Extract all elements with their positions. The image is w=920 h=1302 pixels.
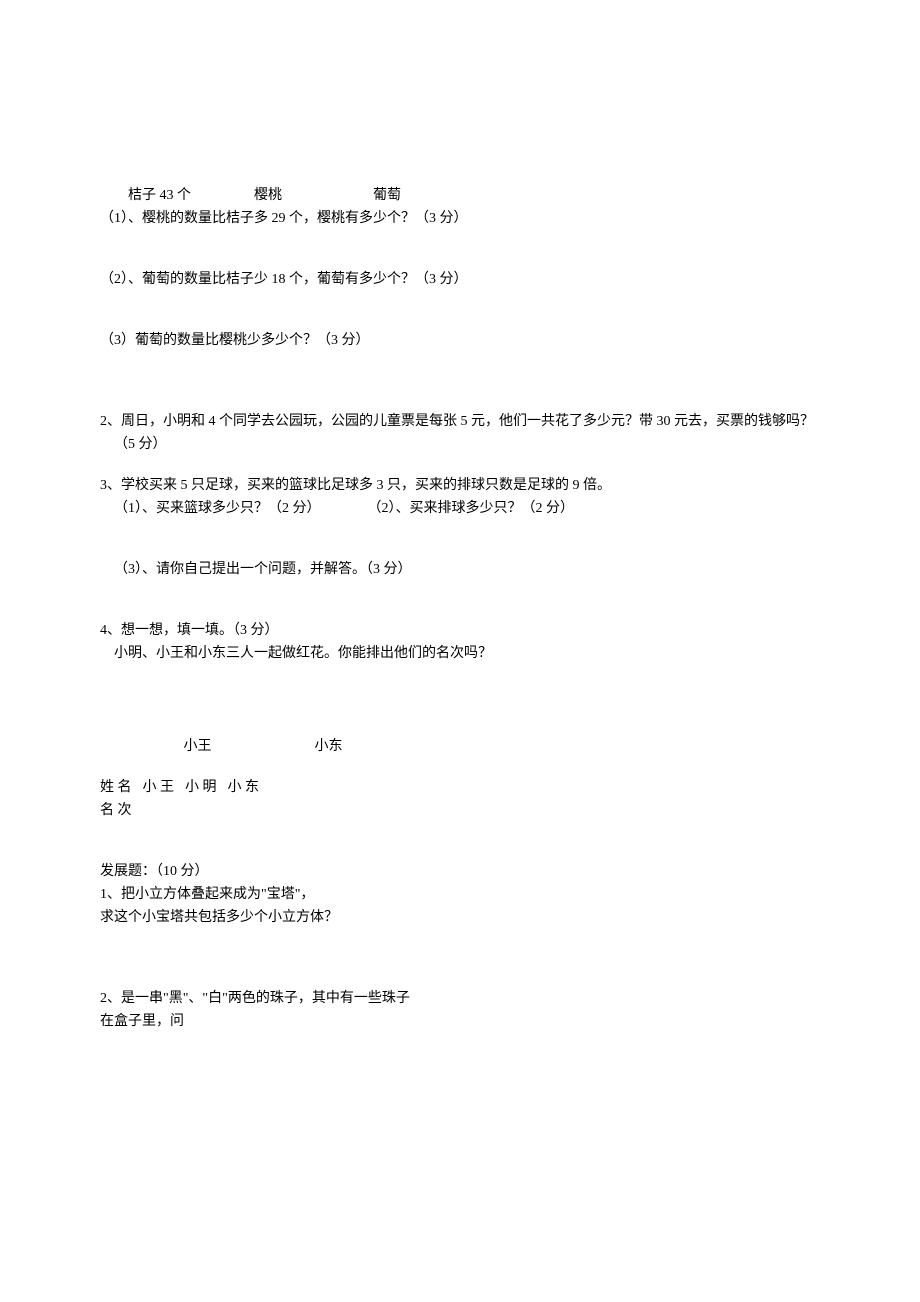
table-header-c1: 小 王 <box>143 777 175 798</box>
fruit-q1: （1）、樱桃的数量比桔子多 29 个，樱桃有多少个？（3 分） <box>100 207 820 230</box>
table-header-row: 姓 名 小 王 小 明 小 东 <box>100 776 820 799</box>
grape-label: 葡萄 <box>373 188 401 203</box>
table-header-label: 姓 名 <box>100 777 132 798</box>
fruit-q2: （2）、葡萄的数量比桔子少 18 个，葡萄有多少个？（3 分） <box>100 268 820 291</box>
problem-3-line1: 3、学校买来 5 只足球，买来的篮球比足球多 3 只，买来的排球只数是足球的 9… <box>100 474 820 497</box>
problem-4-names-row: 小王 小东 <box>100 735 820 758</box>
table-header-c3: 小 东 <box>228 777 260 798</box>
extension-q2-line1: 2、是一串"黑"、"白"两色的珠子，其中有一些珠子 <box>100 987 820 1010</box>
problem-2-line2: （5 分） <box>100 433 820 456</box>
problem-3-sub2: （2）、买来排球多少只？（2 分） <box>368 501 575 516</box>
table-rank-label: 名 次 <box>100 800 132 821</box>
cherry-label: 樱桃 <box>254 188 282 203</box>
name-dong: 小东 <box>315 736 343 757</box>
table-rank-row: 名 次 <box>100 799 820 822</box>
extension-q1-line1: 1、把小立方体叠起来成为"宝塔"， <box>100 883 820 906</box>
problem-4-line2: 小明、小王和小东三人一起做红花。你能排出他们的名次吗？ <box>100 642 820 665</box>
table-header-c2: 小 明 <box>185 777 217 798</box>
extension-q2-line2: 在盒子里，问 <box>100 1010 820 1033</box>
problem-3-sub3: （3）、请你自己提出一个问题，并解答。（3 分） <box>100 558 820 581</box>
extension-q1-line2: 求这个小宝塔共包括多少个小立方体？ <box>100 906 820 929</box>
orange-label: 桔子 43 个 <box>128 188 191 203</box>
extension-title: 发展题：（10 分） <box>100 860 820 883</box>
name-wang: 小王 <box>184 736 212 757</box>
problem-4-line1: 4、想一想，填一填。（3 分） <box>100 619 820 642</box>
fruit-row: 桔子 43 个 樱桃 葡萄 <box>100 184 820 207</box>
problem-3-subs: （1）、买来篮球多少只？（2 分） （2）、买来排球多少只？（2 分） <box>100 497 820 520</box>
problem-2-line1: 2、周日，小明和 4 个同学去公园玩，公园的儿童票是每张 5 元，他们一共花了多… <box>100 410 820 433</box>
fruit-q3: （3）葡萄的数量比樱桃少多少个？（3 分） <box>100 329 820 352</box>
problem-3-sub1: （1）、买来篮球多少只？（2 分） <box>114 501 321 516</box>
